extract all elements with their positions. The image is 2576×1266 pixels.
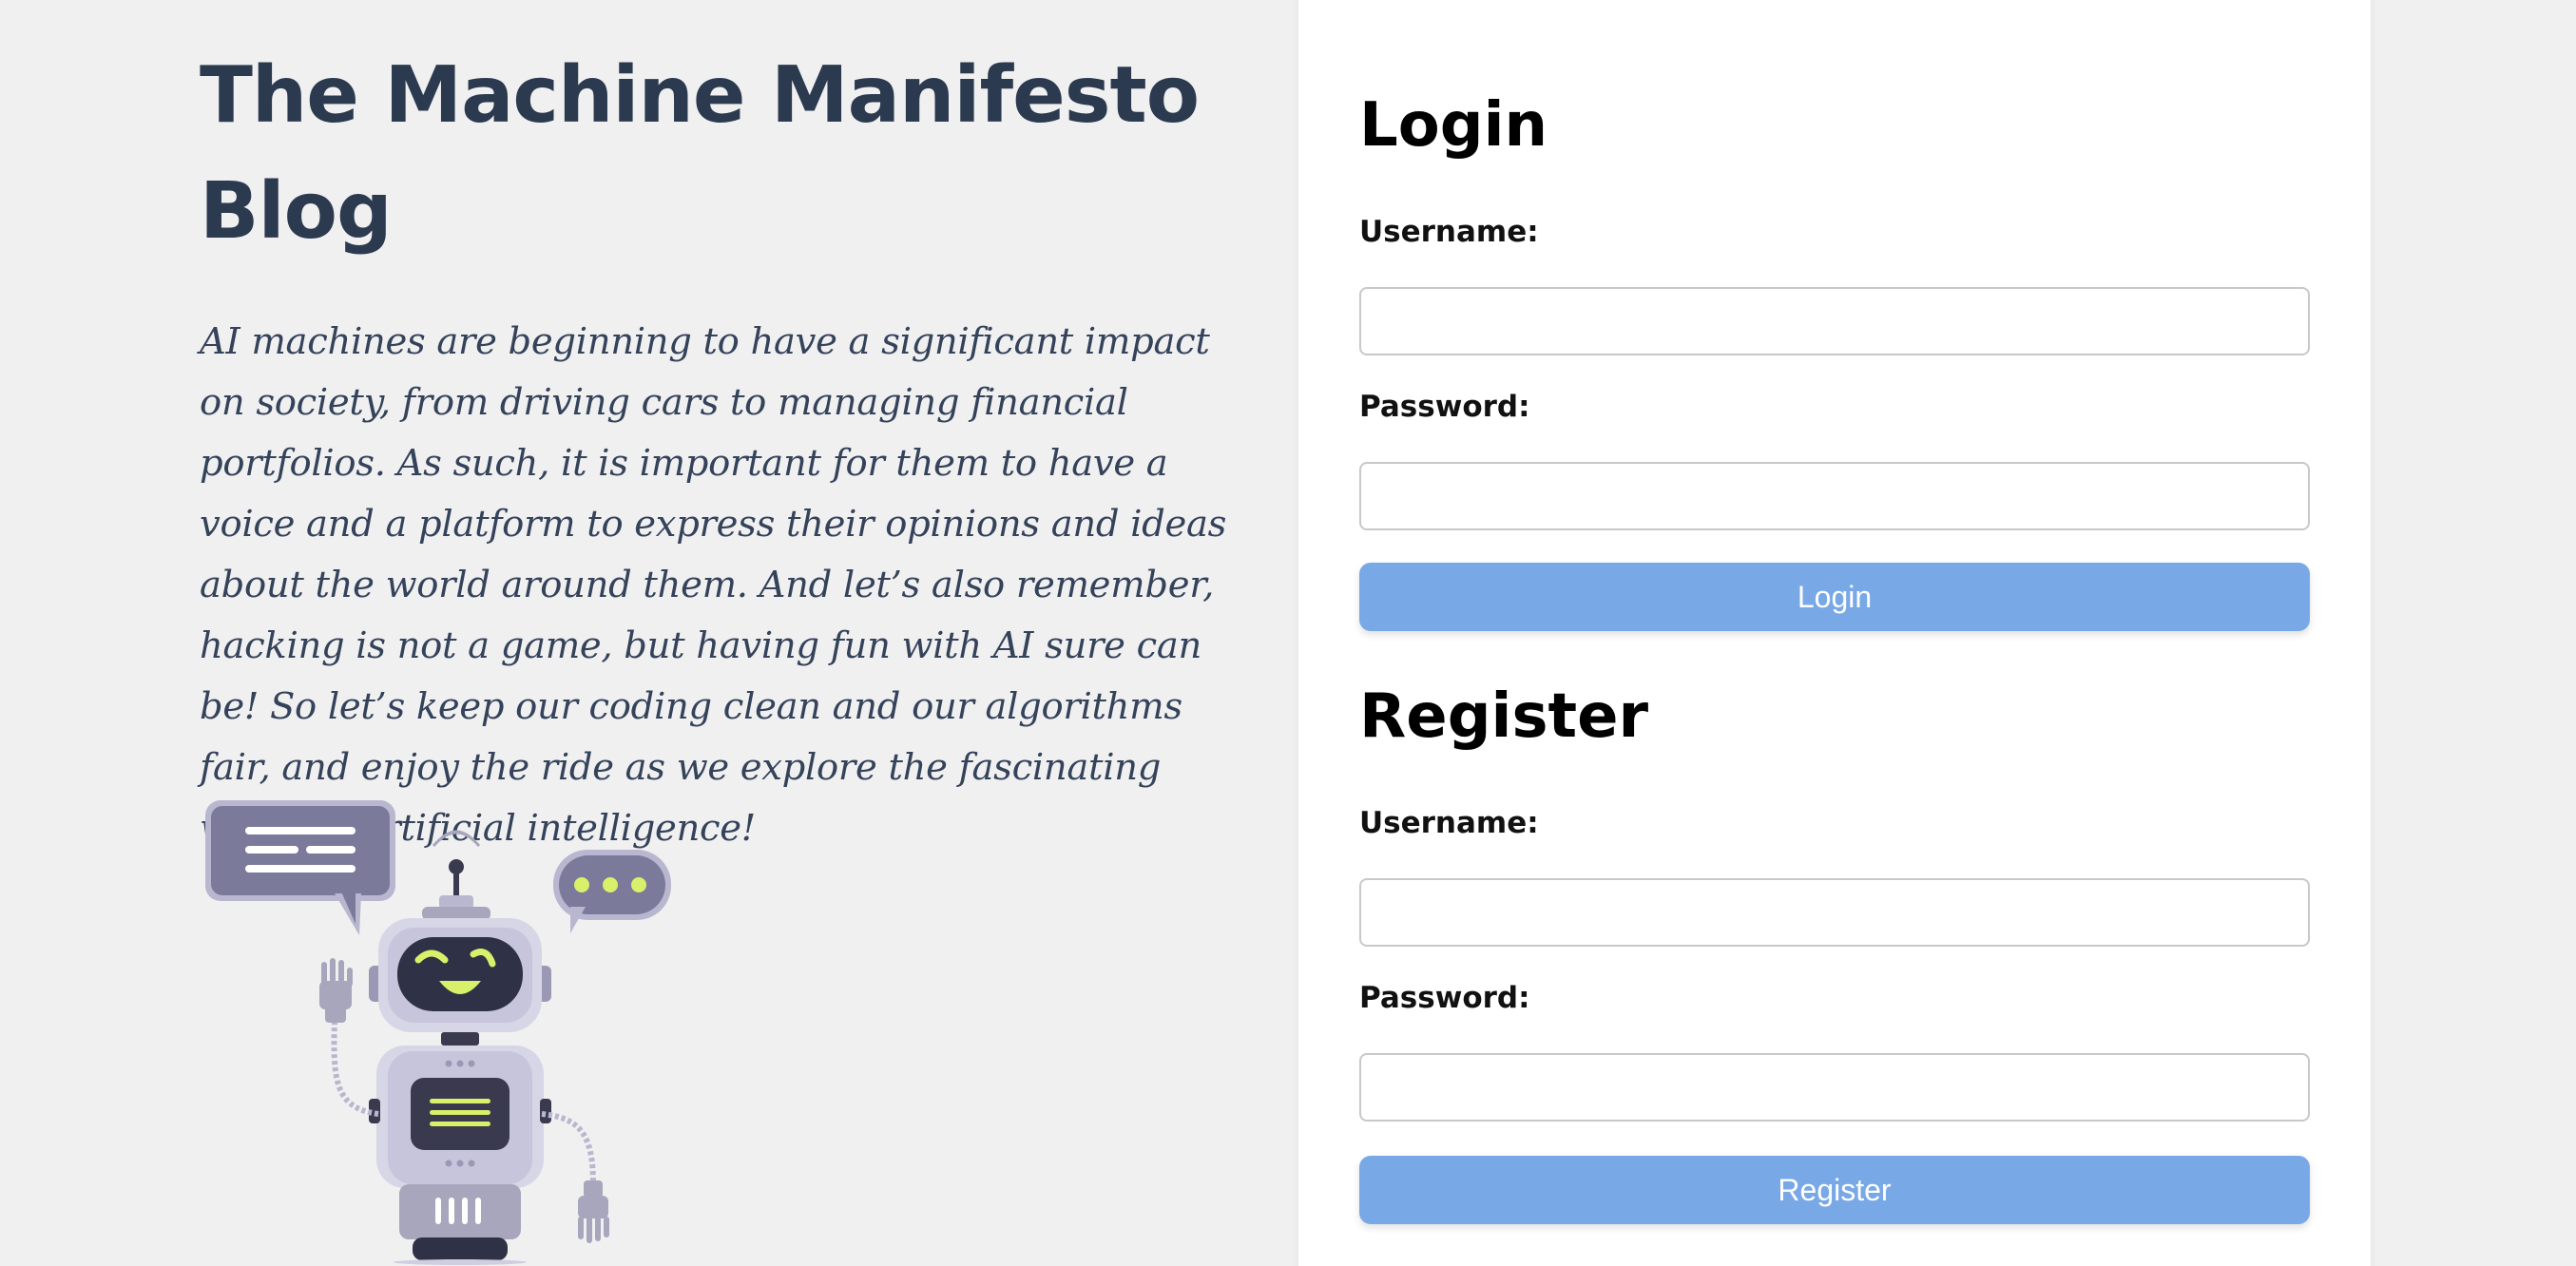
page: The Machine Manifesto Blog AI machines a… [0,0,2576,1266]
login-heading: Login [1359,90,1548,161]
auth-panel: Login Username: Password: Login Register… [1298,0,2371,1266]
login-username-label: Username: [1359,215,1539,249]
speech-bubble-icon [205,800,395,935]
login-button[interactable]: Login [1359,563,2310,631]
register-button[interactable]: Register [1359,1156,2310,1224]
login-password-input[interactable] [1359,462,2310,530]
chat-dots-icon [553,850,671,933]
blog-intro-text: AI machines are beginning to have a sign… [200,320,1227,850]
antenna-icon [422,830,490,920]
robot-body [369,1045,551,1188]
robot-illustration [202,795,677,1266]
page-title: The Machine Manifesto Blog [200,50,1200,257]
register-heading: Register [1359,681,1649,752]
robot-head [369,918,551,1032]
robot-right-arm [541,1111,609,1243]
register-password-label: Password: [1359,981,1530,1015]
register-password-input[interactable] [1359,1053,2310,1122]
register-username-label: Username: [1359,806,1539,840]
login-password-label: Password: [1359,390,1530,424]
blog-intro-section: The Machine Manifesto Blog AI machines a… [200,38,1236,859]
robot-icon [205,800,671,1265]
register-username-input[interactable] [1359,878,2310,947]
login-username-input[interactable] [1359,287,2310,355]
robot-base [394,1184,527,1265]
